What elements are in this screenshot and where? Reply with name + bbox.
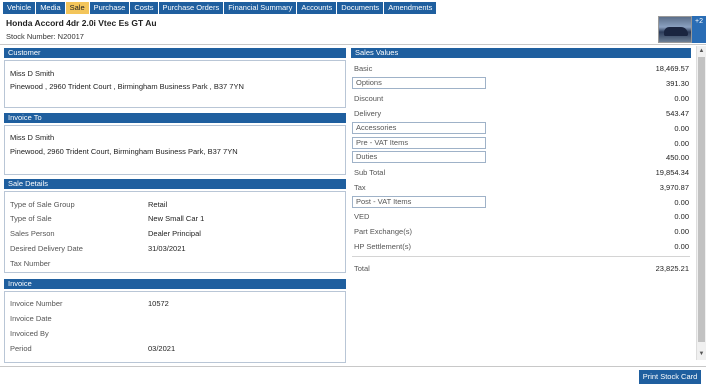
post-vat-items-value: 0.00 xyxy=(674,198,689,207)
car-image xyxy=(664,27,688,36)
invoice-heading: Invoice xyxy=(4,279,346,289)
tab-financial-summary[interactable]: Financial Summary xyxy=(224,2,298,14)
tab-costs[interactable]: Costs xyxy=(130,2,159,14)
part-exchange-value: 0.00 xyxy=(674,227,689,236)
basic-label: Basic xyxy=(354,64,373,73)
scroll-up-icon[interactable]: ▲ xyxy=(697,46,706,56)
sub-total-label: Sub Total xyxy=(354,168,386,177)
tax-value: 3,970.87 xyxy=(659,183,689,192)
tab-vehicle[interactable]: Vehicle xyxy=(3,2,37,14)
tab-purchase-orders[interactable]: Purchase Orders xyxy=(158,2,225,14)
ved-value: 0.00 xyxy=(674,212,689,221)
vehicle-thumbnail[interactable] xyxy=(658,16,692,43)
accessories-value: 0.00 xyxy=(674,124,689,133)
part-exchange-label: Part Exchange(s) xyxy=(354,227,412,236)
sale-type-label: Type of Sale xyxy=(10,214,52,223)
hp-settlement-value: 0.00 xyxy=(674,242,689,251)
pre-vat-items-button[interactable]: Pre - VAT Items xyxy=(352,137,486,149)
post-vat-items-button[interactable]: Post - VAT Items xyxy=(352,196,486,208)
sales-values-heading: Sales Values xyxy=(351,48,691,58)
invoice-to-heading: Invoice To xyxy=(4,113,346,123)
total-value: 23,825.21 xyxy=(655,264,689,273)
period-label: Period xyxy=(10,344,32,353)
delivery-date-value: 31/03/2021 xyxy=(148,244,186,253)
ved-label: VED xyxy=(354,212,370,221)
discount-label: Discount xyxy=(354,94,384,103)
delivery-label: Delivery xyxy=(354,109,382,118)
total-label: Total xyxy=(354,264,370,273)
sales-person-value: Dealer Principal xyxy=(148,229,201,238)
stock-number: Stock Number: N20017 xyxy=(6,32,84,41)
tab-bar: Vehicle Media Sale Purchase Costs Purcha… xyxy=(3,2,438,14)
tab-accounts[interactable]: Accounts xyxy=(297,2,338,14)
total-divider xyxy=(352,256,690,257)
delivery-value: 543.47 xyxy=(666,109,689,118)
tax-number-label: Tax Number xyxy=(10,259,51,268)
invoice-panel: Invoice Number 10572 Invoice Date Invoic… xyxy=(4,291,346,363)
hp-settlement-label: HP Settlement(s) xyxy=(354,242,411,251)
sale-details-panel: Type of Sale Group Retail Type of Sale N… xyxy=(4,191,346,273)
pre-vat-items-value: 0.00 xyxy=(674,139,689,148)
sale-group-label: Type of Sale Group xyxy=(10,200,75,209)
duties-value: 450.00 xyxy=(666,153,689,162)
tab-sale[interactable]: Sale xyxy=(65,2,90,14)
footer-bar: Print Stock Card xyxy=(0,366,706,385)
sale-details-heading: Sale Details xyxy=(4,179,346,189)
options-button[interactable]: Options xyxy=(352,77,486,89)
customer-name: Miss D Smith xyxy=(10,69,55,78)
more-media-button[interactable]: +2 xyxy=(692,16,706,43)
vehicle-header: Honda Accord 4dr 2.0i Vtec Es GT Au Stoc… xyxy=(0,15,706,45)
invoice-number-value: 10572 xyxy=(148,299,169,308)
invoice-to-name: Miss D Smith xyxy=(10,133,55,142)
tax-label: Tax xyxy=(354,183,366,192)
invoiced-by-label: Invoiced By xyxy=(10,329,49,338)
sale-group-value: Retail xyxy=(148,200,168,209)
invoice-date-label: Invoice Date xyxy=(10,314,52,323)
basic-value: 18,469.57 xyxy=(655,64,689,73)
duties-button[interactable]: Duties xyxy=(352,151,486,163)
tab-amendments[interactable]: Amendments xyxy=(384,2,438,14)
sale-type-value: New Small Car 1 xyxy=(148,214,205,223)
invoice-number-label: Invoice Number xyxy=(10,299,63,308)
tab-media[interactable]: Media xyxy=(36,2,66,14)
scroll-down-icon[interactable]: ▼ xyxy=(697,349,706,359)
tab-purchase[interactable]: Purchase xyxy=(89,2,131,14)
accessories-button[interactable]: Accessories xyxy=(352,122,486,134)
delivery-date-label: Desired Delivery Date xyxy=(10,244,83,253)
sales-person-label: Sales Person xyxy=(10,229,55,238)
sub-total-value: 19,854.34 xyxy=(655,168,689,177)
invoice-to-address: Pinewood, 2960 Trident Court, Birmingham… xyxy=(10,147,238,156)
customer-heading: Customer xyxy=(4,48,346,58)
customer-panel: Miss D Smith Pinewood , 2960 Trident Cou… xyxy=(4,60,346,108)
customer-address: Pinewood , 2960 Trident Court , Birmingh… xyxy=(10,82,244,91)
scrollbar-thumb[interactable] xyxy=(698,57,705,342)
period-value: 03/2021 xyxy=(148,344,176,353)
vertical-scrollbar[interactable]: ▲ ▼ xyxy=(696,46,706,360)
print-stock-card-button[interactable]: Print Stock Card xyxy=(639,370,701,384)
options-value: 391.30 xyxy=(666,79,689,88)
vehicle-title: Honda Accord 4dr 2.0i Vtec Es GT Au xyxy=(6,18,157,28)
discount-value: 0.00 xyxy=(674,94,689,103)
tab-documents[interactable]: Documents xyxy=(337,2,385,14)
invoice-to-panel: Miss D Smith Pinewood, 2960 Trident Cour… xyxy=(4,125,346,175)
